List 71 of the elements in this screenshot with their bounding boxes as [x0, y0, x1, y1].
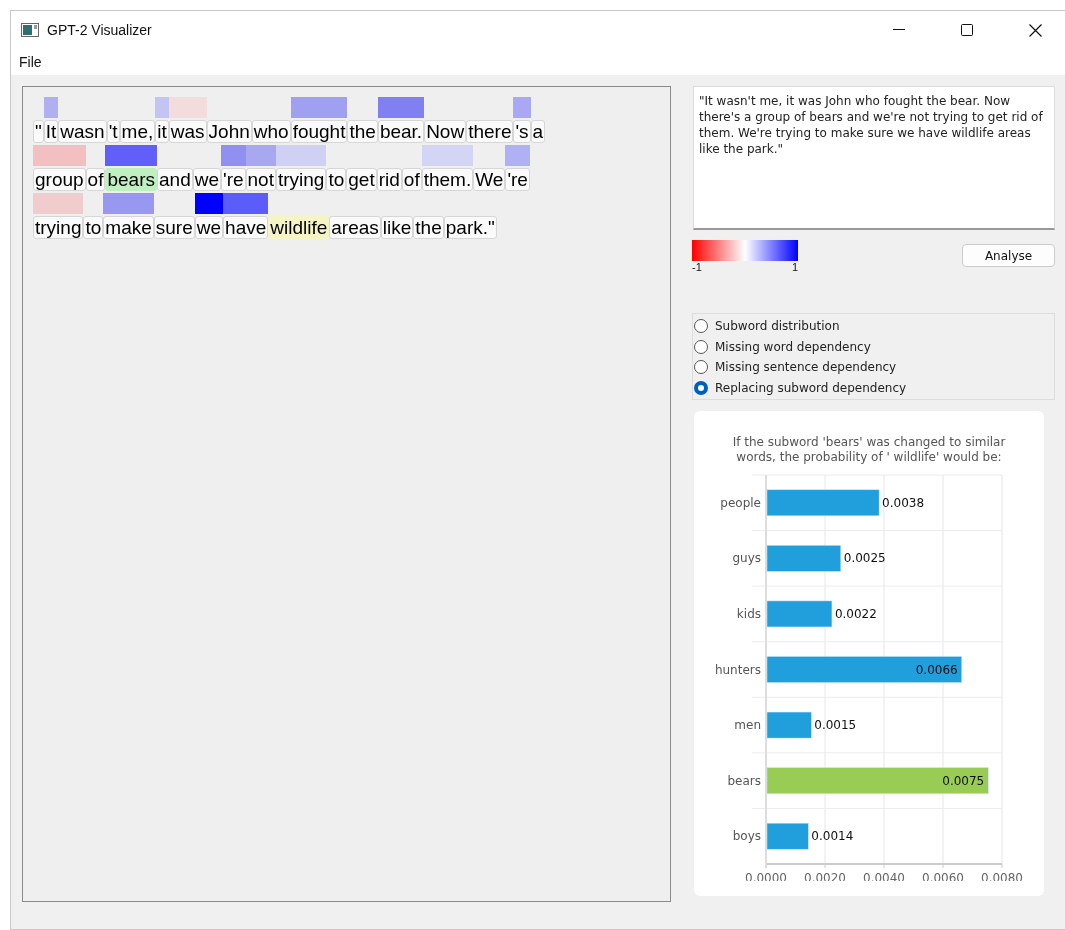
- category-label: guys: [732, 551, 761, 566]
- radio-icon[interactable]: [694, 380, 708, 395]
- token[interactable]: to: [83, 216, 104, 239]
- radio-icon[interactable]: [694, 339, 708, 354]
- input-field[interactable]: "It wasn't me, it was John who fought the bear. Now there's a group of bears and we're not trying to get rid of them. We're trying to make sure we have wildlife areas like the park.": [693, 86, 1055, 230]
- token[interactable]: rid: [376, 168, 402, 191]
- token[interactable]: 's: [513, 120, 531, 143]
- radio-icon[interactable]: [694, 319, 708, 334]
- radio-icon[interactable]: [694, 360, 708, 375]
- token[interactable]: bear.: [377, 120, 425, 143]
- token[interactable]: fought: [290, 120, 348, 143]
- token[interactable]: there: [466, 120, 514, 143]
- token[interactable]: areas: [329, 216, 381, 239]
- token[interactable]: of: [401, 168, 422, 191]
- token[interactable]: to: [326, 168, 347, 191]
- scale-label: 1: [791, 261, 798, 273]
- radio-option[interactable]: Replacing subword dependency: [693, 377, 1054, 398]
- token[interactable]: park.": [443, 216, 497, 239]
- chart-title: If the subword 'bears' was changed to similar words, the probability of ' wildlife' would be:: [731, 435, 1007, 465]
- token[interactable]: we: [194, 216, 224, 239]
- token[interactable]: who: [251, 120, 291, 143]
- token[interactable]: We: [473, 168, 506, 191]
- menu-item[interactable]: File: [19, 54, 42, 70]
- radio-option[interactable]: Missing word dependency: [693, 336, 1054, 357]
- token[interactable]: and: [157, 168, 193, 191]
- value-label: 0.0038: [882, 495, 925, 510]
- window-title: GPT-2 Visualizer: [47, 22, 153, 38]
- category-label: kids: [736, 606, 761, 621]
- token[interactable]: make: [103, 216, 154, 239]
- token[interactable]: It: [43, 120, 59, 143]
- token[interactable]: John: [206, 120, 252, 143]
- token[interactable]: trying: [33, 216, 84, 239]
- token[interactable]: the: [347, 120, 378, 143]
- token[interactable]: 're: [221, 168, 246, 191]
- value-label: 0.0015: [814, 718, 857, 733]
- token[interactable]: group: [33, 168, 86, 191]
- radio-option[interactable]: Subword distribution: [693, 316, 1054, 337]
- token[interactable]: have: [223, 216, 269, 239]
- token[interactable]: get: [346, 168, 377, 191]
- token[interactable]: trying: [275, 168, 327, 191]
- value-label: 0.0025: [843, 551, 886, 566]
- token[interactable]: wildlife: [268, 216, 330, 239]
- token[interactable]: ": [33, 120, 44, 143]
- category-label: people: [720, 495, 761, 510]
- token[interactable]: 're: [505, 168, 530, 191]
- token[interactable]: like: [380, 216, 414, 239]
- token[interactable]: of: [85, 168, 106, 191]
- token[interactable]: bears: [105, 168, 157, 191]
- radio-option[interactable]: Missing sentence dependency: [693, 357, 1054, 378]
- token[interactable]: Now: [424, 120, 467, 143]
- token[interactable]: a: [530, 120, 546, 143]
- token[interactable]: me,: [119, 120, 156, 143]
- category-label: hunters: [714, 662, 761, 677]
- analyse-button[interactable]: Analyse: [962, 244, 1055, 267]
- value-label: 0.0014: [811, 829, 854, 844]
- token[interactable]: we: [192, 168, 221, 191]
- token[interactable]: sure: [153, 216, 195, 239]
- token[interactable]: was: [168, 120, 207, 143]
- token[interactable]: not: [245, 168, 276, 191]
- value-label: 0.0075: [942, 773, 985, 788]
- token[interactable]: wasn: [58, 120, 107, 143]
- category-label: boys: [732, 829, 761, 844]
- value-label: 0.0022: [834, 606, 877, 621]
- scale-label: -1: [692, 261, 702, 273]
- value-label: 0.0066: [915, 662, 958, 677]
- token[interactable]: them.: [421, 168, 474, 191]
- category-label: men: [734, 718, 761, 733]
- app-icon: [21, 23, 39, 37]
- token[interactable]: the: [413, 216, 444, 239]
- category-label: bears: [727, 773, 761, 788]
- token[interactable]: it: [155, 120, 169, 143]
